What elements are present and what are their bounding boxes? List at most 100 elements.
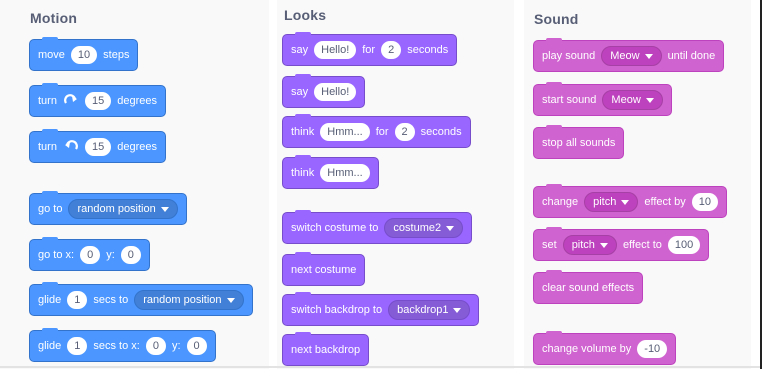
- change-volume-input[interactable]: -10: [637, 340, 668, 358]
- motion-panel: Motion move 10 steps turn 15 degrees tur…: [0, 0, 269, 369]
- say-text-input[interactable]: Hello!: [314, 41, 357, 59]
- steps-label: steps: [103, 49, 130, 61]
- go-to-y-input[interactable]: 0: [120, 246, 141, 264]
- stop-all-sounds-label: stop all sounds: [542, 137, 616, 149]
- switch-backdrop-label: switch backdrop to: [291, 304, 383, 316]
- caret-down-icon: [453, 307, 462, 313]
- think-for-block[interactable]: think Hmm... for 2 seconds: [282, 114, 471, 148]
- motion-category-title: Motion: [30, 10, 78, 26]
- set-effect-input[interactable]: 100: [667, 236, 701, 254]
- go-to-block[interactable]: go to random position: [29, 191, 187, 225]
- y-label: y:: [106, 249, 115, 261]
- glide-label: glide: [38, 340, 62, 352]
- degrees-label: degrees: [117, 95, 157, 107]
- costume-dropdown[interactable]: costume2: [384, 218, 464, 238]
- say-for-block[interactable]: say Hello! for 2 seconds: [282, 32, 458, 66]
- change-effect-dropdown[interactable]: pitch: [584, 192, 639, 212]
- next-costume-block[interactable]: next costume: [282, 252, 366, 286]
- glide-xy-secs-input[interactable]: 1: [67, 337, 88, 355]
- secs-to-x-label: secs to x:: [93, 340, 140, 352]
- think-label: think: [291, 167, 315, 179]
- turn-left-degrees-input[interactable]: 15: [84, 138, 112, 156]
- glide-x-input[interactable]: 0: [145, 337, 166, 355]
- glide-secs-input[interactable]: 1: [67, 291, 88, 309]
- change-volume-label: change volume by: [542, 343, 632, 355]
- until-done-label: until done: [667, 50, 716, 62]
- next-backdrop-block[interactable]: next backdrop: [282, 332, 370, 366]
- think-block[interactable]: think Hmm...: [282, 155, 379, 189]
- backdrop-dropdown[interactable]: backdrop1: [388, 300, 471, 320]
- secs-to-label: secs to: [93, 294, 129, 306]
- sound-panel: Sound play sound Meow until done start s…: [524, 0, 751, 369]
- seconds-label: seconds: [407, 44, 449, 56]
- think-text-input[interactable]: Hmm...: [320, 123, 370, 141]
- rotate-counterclockwise-icon: [63, 139, 79, 155]
- turn-right-degrees-input[interactable]: 15: [84, 92, 112, 110]
- play-sound-until-done-block[interactable]: play sound Meow until done: [533, 38, 725, 72]
- seconds-label: seconds: [420, 126, 462, 138]
- turn-left-block[interactable]: turn 15 degrees: [29, 129, 166, 163]
- glide-to-block[interactable]: glide 1 secs to random position: [29, 282, 253, 316]
- think-only-text-input[interactable]: Hmm...: [320, 164, 370, 182]
- start-sound-value: Meow: [611, 94, 641, 106]
- turn-right-block[interactable]: turn 15 degrees: [29, 83, 166, 117]
- go-to-x-input[interactable]: 0: [80, 246, 101, 264]
- set-effect-block[interactable]: set pitch effect to 100: [533, 227, 710, 261]
- bottom-divider: [0, 366, 760, 368]
- go-to-target-value: random position: [77, 203, 156, 215]
- caret-down-icon: [644, 53, 653, 59]
- turn-label: turn: [38, 95, 57, 107]
- set-effect-value: pitch: [571, 239, 595, 251]
- degrees-label: degrees: [117, 141, 157, 153]
- effect-by-label: effect by: [644, 196, 686, 208]
- backdrop-value: backdrop1: [397, 304, 449, 316]
- start-sound-block[interactable]: start sound Meow: [533, 82, 672, 116]
- say-block[interactable]: say Hello!: [282, 74, 366, 108]
- y-label: y:: [171, 340, 181, 352]
- right-edge-divider: [760, 0, 762, 369]
- sound-category-title: Sound: [534, 11, 579, 27]
- glide-label: glide: [38, 294, 62, 306]
- go-to-target-dropdown[interactable]: random position: [68, 199, 178, 219]
- turn-label: turn: [38, 141, 57, 153]
- caret-down-icon: [160, 206, 169, 212]
- glide-target-dropdown[interactable]: random position: [134, 290, 244, 310]
- switch-backdrop-block[interactable]: switch backdrop to backdrop1: [282, 292, 480, 326]
- think-secs-input[interactable]: 2: [394, 123, 415, 141]
- change-volume-block[interactable]: change volume by -10: [533, 331, 677, 365]
- caret-down-icon: [446, 225, 455, 231]
- say-secs-input[interactable]: 2: [381, 41, 402, 59]
- think-label: think: [291, 126, 315, 138]
- caret-down-icon: [645, 97, 654, 103]
- for-label: for: [362, 44, 376, 56]
- looks-panel: Looks say Hello! for 2 seconds say Hello…: [277, 0, 514, 369]
- move-label: move: [38, 49, 65, 61]
- change-label: change: [542, 196, 579, 208]
- clear-sound-effects-block[interactable]: clear sound effects: [533, 270, 644, 304]
- glide-xy-block[interactable]: glide 1 secs to x: 0 y: 0: [29, 328, 216, 362]
- clear-sound-effects-label: clear sound effects: [542, 282, 635, 294]
- go-to-xy-block[interactable]: go to x: 0 y: 0: [29, 237, 150, 271]
- play-sound-dropdown[interactable]: Meow: [601, 46, 662, 66]
- next-costume-label: next costume: [291, 264, 357, 276]
- glide-y-input[interactable]: 0: [186, 337, 207, 355]
- say-only-text-input[interactable]: Hello!: [314, 83, 357, 101]
- glide-target-value: random position: [143, 294, 222, 306]
- start-sound-dropdown[interactable]: Meow: [602, 90, 663, 110]
- play-sound-value: Meow: [610, 50, 640, 62]
- change-effect-block[interactable]: change pitch effect by 10: [533, 184, 727, 218]
- steps-input[interactable]: 10: [70, 46, 98, 64]
- set-effect-dropdown[interactable]: pitch: [562, 235, 617, 255]
- go-to-x-label: go to x:: [38, 249, 75, 261]
- caret-down-icon: [226, 297, 235, 303]
- go-to-label: go to: [38, 203, 63, 215]
- caret-down-icon: [599, 242, 608, 248]
- next-backdrop-label: next backdrop: [291, 344, 361, 356]
- move-steps-block[interactable]: move 10 steps: [29, 37, 139, 71]
- stop-all-sounds-block[interactable]: stop all sounds: [533, 125, 625, 159]
- change-effect-value: pitch: [593, 196, 617, 208]
- switch-costume-block[interactable]: switch costume to costume2: [282, 210, 473, 244]
- change-effect-input[interactable]: 10: [691, 193, 718, 211]
- set-label: set: [542, 239, 557, 251]
- caret-down-icon: [621, 199, 630, 205]
